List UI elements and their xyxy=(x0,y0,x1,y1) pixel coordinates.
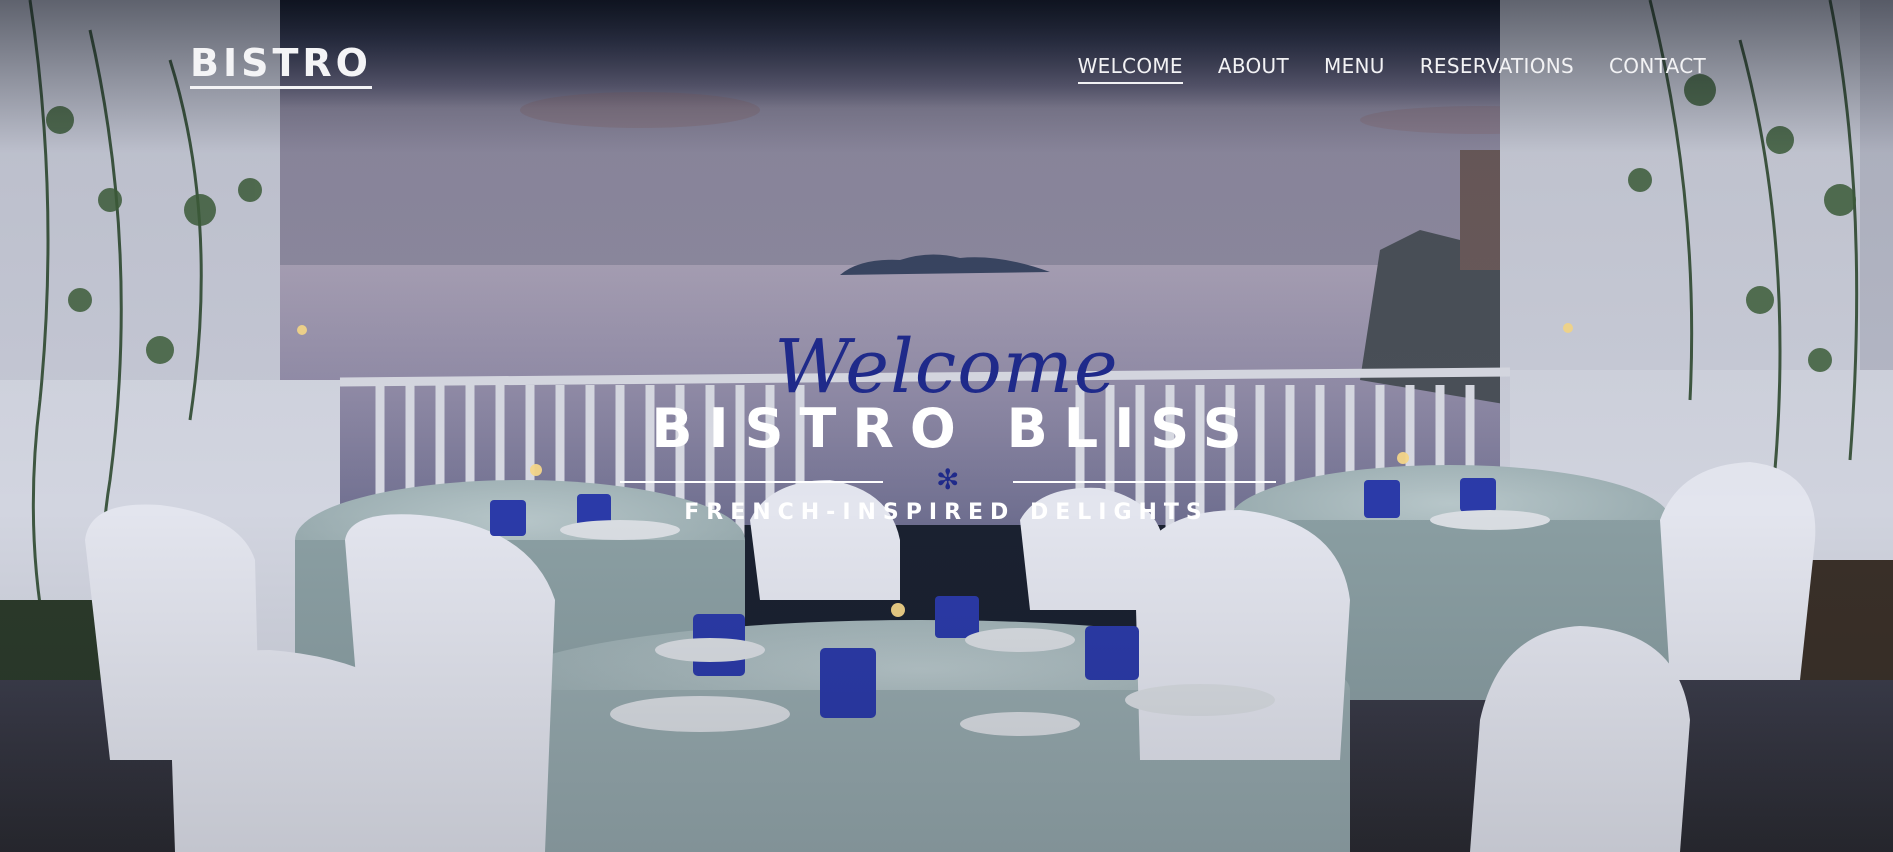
nav-item-menu[interactable]: MENU xyxy=(1324,56,1385,84)
nav-item-contact[interactable]: CONTACT xyxy=(1609,56,1706,84)
nav-item-welcome[interactable]: WELCOME xyxy=(1077,56,1183,84)
hero-title: BISTRO BLISS xyxy=(651,397,1258,460)
nav-item-reservations[interactable]: RESERVATIONS xyxy=(1420,56,1574,84)
divider-line-right xyxy=(1013,481,1276,483)
hero-section: BISTRO WELCOME ABOUT MENU RESERVATIONS C… xyxy=(0,0,1893,852)
main-nav: WELCOME ABOUT MENU RESERVATIONS CONTACT xyxy=(1077,56,1706,84)
site-logo[interactable]: BISTRO xyxy=(190,44,372,89)
asterisk-icon: ✻ xyxy=(936,463,960,496)
hero-tagline: FRENCH-INSPIRED DELIGHTS xyxy=(684,500,1209,525)
hero-script-heading: Welcome xyxy=(774,324,1119,410)
divider-line-left xyxy=(620,481,883,483)
hero-divider: ✻ xyxy=(620,466,1276,494)
nav-item-about[interactable]: ABOUT xyxy=(1218,56,1289,84)
